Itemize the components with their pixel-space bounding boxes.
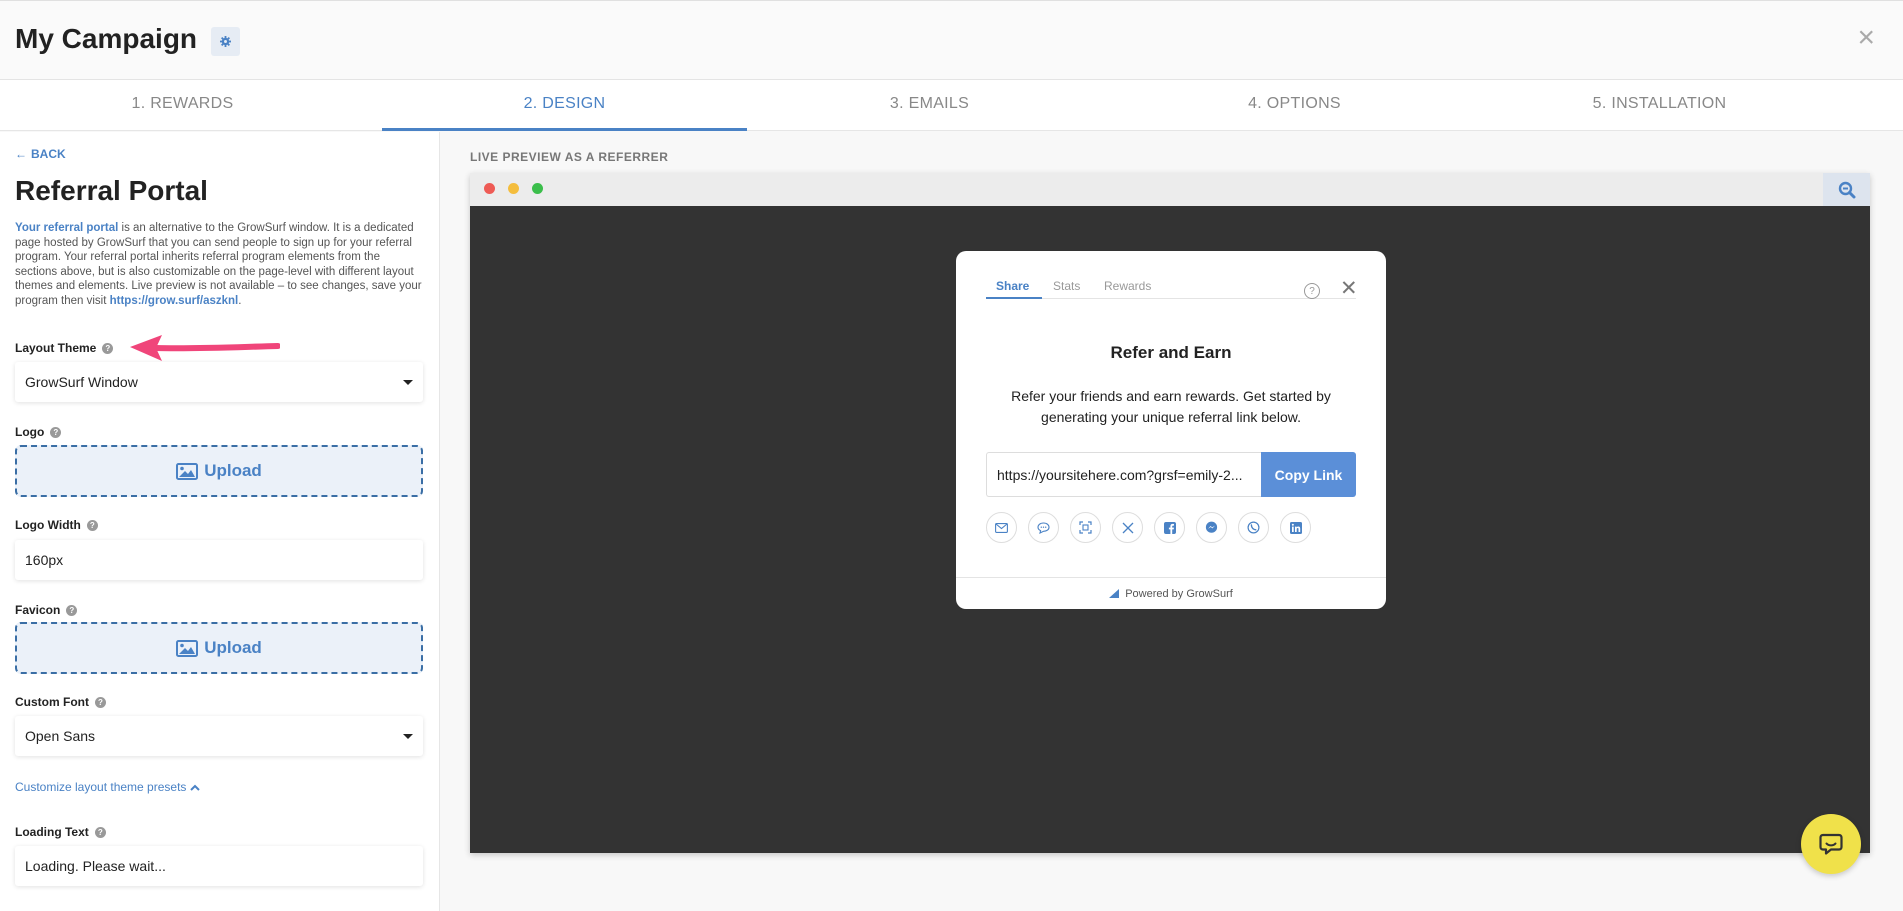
copy-link-button[interactable]: Copy Link xyxy=(1261,452,1356,497)
chat-bubble-icon xyxy=(1819,833,1843,855)
custom-font-select[interactable]: Open Sans xyxy=(15,716,423,756)
step-tabs: 1. REWARDS 2. DESIGN 3. EMAILS 4. OPTION… xyxy=(0,80,1903,131)
loading-text-input[interactable]: Loading. Please wait... xyxy=(15,846,423,886)
browser-preview: Share Stats Rewards ? ✕ Refer and Earn R… xyxy=(470,173,1870,853)
chevron-up-icon xyxy=(190,784,201,791)
favicon-upload-label: Upload xyxy=(204,638,262,657)
tab-design[interactable]: 2. DESIGN xyxy=(382,80,747,131)
logo-label: Logo xyxy=(15,425,45,439)
loading-text-value: Loading. Please wait... xyxy=(25,858,166,874)
modal-description: Refer your friends and earn rewards. Get… xyxy=(1011,388,1331,425)
x-icon[interactable] xyxy=(1112,512,1143,543)
preview-label: LIVE PREVIEW AS A REFERRER xyxy=(470,150,669,164)
favicon-upload-button[interactable]: Upload xyxy=(15,622,423,674)
tab-share[interactable]: Share xyxy=(996,279,1029,293)
layout-theme-select[interactable]: GrowSurf Window xyxy=(15,362,423,402)
logo-label-row: Logo? xyxy=(15,425,62,439)
logo-width-input[interactable]: 160px xyxy=(15,540,423,580)
caret-down-icon xyxy=(403,733,413,739)
campaign-settings-button[interactable] xyxy=(211,27,240,56)
whatsapp-icon[interactable] xyxy=(1238,512,1269,543)
email-icon[interactable] xyxy=(986,512,1017,543)
logo-width-value: 160px xyxy=(25,552,64,568)
gear-icon xyxy=(220,36,231,47)
tab-stats[interactable]: Stats xyxy=(1053,279,1080,293)
tab-options[interactable]: 4. OPTIONS xyxy=(1112,80,1477,131)
linkedin-icon[interactable] xyxy=(1280,512,1311,543)
logo-width-label-row: Logo Width? xyxy=(15,518,98,532)
tab-installation[interactable]: 5. INSTALLATION xyxy=(1477,80,1842,131)
close-icon[interactable]: ✕ xyxy=(1340,278,1358,299)
customize-presets-label: Customize layout theme presets xyxy=(15,780,187,794)
image-icon xyxy=(176,639,199,657)
annotation-arrow-icon xyxy=(130,335,280,361)
help-icon[interactable]: ? xyxy=(95,696,106,708)
custom-font-value: Open Sans xyxy=(25,728,96,744)
favicon-label: Favicon xyxy=(15,603,61,617)
close-icon[interactable]: × xyxy=(1857,23,1875,53)
zoom-out-button[interactable] xyxy=(1823,173,1870,206)
favicon-label-row: Favicon? xyxy=(15,603,78,617)
layout-theme-label: Layout Theme xyxy=(15,341,97,355)
logo-upload-label: Upload xyxy=(204,461,262,480)
zoom-out-icon xyxy=(1838,181,1855,198)
sms-icon[interactable] xyxy=(1028,512,1059,543)
arrow-left-icon: ← xyxy=(15,147,27,161)
window-close-dot xyxy=(484,183,495,194)
messenger-icon[interactable] xyxy=(1196,512,1227,543)
referral-link-field[interactable]: https://yoursitehere.com?grsf=emily-2... xyxy=(986,452,1261,497)
header-bar: My Campaign × xyxy=(0,0,1903,80)
powered-by-footer: Powered by GrowSurf xyxy=(956,577,1386,609)
image-icon xyxy=(176,462,199,480)
logo-width-label: Logo Width xyxy=(15,518,81,532)
growsurf-logo-icon xyxy=(1109,589,1120,598)
logo-upload-button[interactable]: Upload xyxy=(15,445,423,497)
referral-tabs: Share Stats Rewards xyxy=(986,275,1356,299)
help-icon[interactable]: ? xyxy=(102,342,114,354)
tab-rewards[interactable]: 1. REWARDS xyxy=(0,80,365,131)
preview-canvas: Share Stats Rewards ? ✕ Refer and Earn R… xyxy=(470,206,1870,853)
portal-url-link[interactable]: https://grow.surf/aszknl xyxy=(110,295,239,307)
tab-rewards-preview[interactable]: Rewards xyxy=(1104,279,1151,293)
portal-description: Your referral portal is an alternative t… xyxy=(15,221,423,308)
back-label: BACK xyxy=(31,147,66,161)
help-icon[interactable]: ? xyxy=(86,519,98,531)
referral-window: Share Stats Rewards ? ✕ Refer and Earn R… xyxy=(956,251,1386,609)
powered-by-text: Powered by GrowSurf xyxy=(1125,587,1233,600)
help-icon[interactable]: ? xyxy=(50,426,62,438)
custom-font-label-row: Custom Font? xyxy=(15,695,106,709)
layout-theme-label-row: Layout Theme? xyxy=(15,341,114,355)
facebook-icon[interactable] xyxy=(1154,512,1185,543)
share-icons-row xyxy=(986,512,1311,543)
customize-presets-link[interactable]: Customize layout theme presets xyxy=(15,780,201,794)
active-tab-underline xyxy=(986,297,1042,299)
layout-theme-value: GrowSurf Window xyxy=(25,374,138,390)
loading-text-label: Loading Text xyxy=(15,825,89,839)
custom-font-label: Custom Font xyxy=(15,695,89,709)
window-minimize-dot xyxy=(508,183,519,194)
campaign-title: My Campaign xyxy=(15,23,198,54)
loading-text-label-row: Loading Text? xyxy=(15,825,106,839)
browser-toolbar xyxy=(470,173,1870,206)
qr-code-icon[interactable] xyxy=(1070,512,1101,543)
question-icon[interactable]: ? xyxy=(1304,283,1320,299)
tab-emails[interactable]: 3. EMAILS xyxy=(747,80,1112,131)
page-title: Referral Portal xyxy=(15,175,208,206)
window-maximize-dot xyxy=(532,183,543,194)
help-icon[interactable]: ? xyxy=(94,826,106,838)
description-end: . xyxy=(238,294,242,307)
chat-widget-button[interactable] xyxy=(1801,814,1861,874)
help-icon[interactable]: ? xyxy=(66,604,78,616)
referral-portal-link[interactable]: Your referral portal xyxy=(15,222,118,234)
modal-heading: Refer and Earn xyxy=(1110,343,1232,362)
caret-down-icon xyxy=(403,379,413,385)
back-link[interactable]: ← BACK xyxy=(15,147,424,161)
